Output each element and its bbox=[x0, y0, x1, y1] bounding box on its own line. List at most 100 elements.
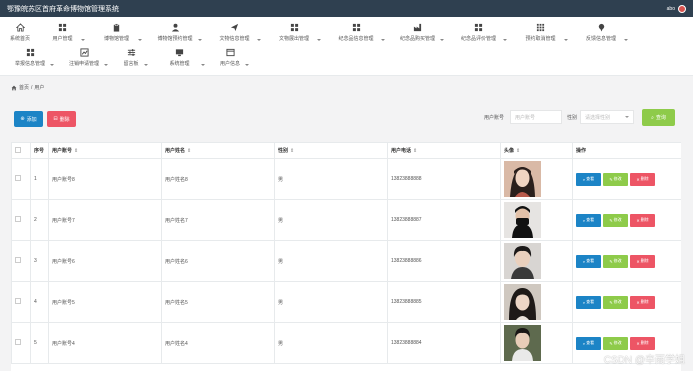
header-name-label: 用户姓名 bbox=[165, 148, 186, 154]
user-avatar[interactable] bbox=[678, 4, 686, 13]
row-delete-button[interactable]: ✕ 删除 bbox=[630, 254, 655, 268]
close-icon: ✕ bbox=[636, 299, 640, 305]
cell-account-text: 用户账号6 bbox=[52, 258, 75, 265]
cell-name: 用户姓名5 bbox=[161, 281, 275, 323]
header-phone[interactable]: 用户电话 ⇕ bbox=[387, 142, 501, 159]
nav-item[interactable]: 注销申请管理 bbox=[57, 44, 111, 69]
nav-item[interactable]: 预约取消管理 bbox=[510, 19, 571, 44]
nav-item[interactable]: 留言板 bbox=[111, 44, 151, 69]
home-icon bbox=[15, 23, 25, 32]
cell-gender: 男 bbox=[274, 240, 388, 282]
nav-item-label: 博物馆管理 bbox=[103, 36, 129, 42]
grid-icon bbox=[352, 23, 361, 32]
nav-item[interactable]: 系统管理 bbox=[151, 44, 208, 69]
edit-button[interactable]: ✎ 修改 bbox=[603, 172, 628, 186]
row-delete-button[interactable]: ✕ 删除 bbox=[630, 172, 655, 186]
cell-gender-text: 男 bbox=[278, 258, 284, 265]
row-select-cell bbox=[11, 199, 31, 241]
nav-item[interactable]: 博物馆预约管理 bbox=[145, 19, 205, 44]
nav-item-label: 系统管理 bbox=[169, 61, 190, 67]
account-search-input[interactable]: 用户账号 bbox=[510, 110, 562, 124]
view-button-label: 查看 bbox=[586, 217, 595, 222]
cell-name: 用户姓名8 bbox=[161, 158, 275, 200]
edit-button[interactable]: ✎ 修改 bbox=[603, 213, 628, 227]
select-all-checkbox[interactable] bbox=[15, 146, 21, 153]
row-delete-button[interactable]: ✕ 删除 bbox=[630, 213, 655, 227]
view-button[interactable]: ⌕ 查看 bbox=[576, 254, 601, 268]
row-checkbox[interactable] bbox=[15, 257, 21, 263]
search-icon: ⌕ bbox=[582, 299, 586, 305]
search-button[interactable]: ⌕ 查询 bbox=[642, 109, 675, 126]
sort-icon[interactable]: ⇕ bbox=[187, 148, 191, 154]
chevron-down-icon bbox=[625, 116, 629, 118]
sort-icon[interactable]: ⇕ bbox=[516, 148, 520, 154]
sort-icon[interactable]: ⇕ bbox=[290, 148, 294, 154]
trash-icon: ⊟ bbox=[53, 116, 58, 122]
gender-select-placeholder: 请选择性别 bbox=[585, 114, 611, 121]
breadcrumb-separator: / bbox=[31, 84, 33, 91]
user-table: 序号 用户账号 ⇕ 用户姓名 ⇕ 性别 ⇕ 用户电话 ⇕ 头像 ⇕ 操作 1 用户账号8 用户… bbox=[11, 142, 681, 364]
view-button[interactable]: ⌕ 查看 bbox=[576, 295, 601, 309]
header-account[interactable]: 用户账号 ⇕ bbox=[48, 142, 162, 159]
edit-button[interactable]: ✎ 修改 bbox=[603, 336, 628, 350]
row-checkbox[interactable] bbox=[15, 339, 21, 345]
nav-item[interactable]: 系统首页 bbox=[3, 19, 37, 44]
edit-button-label: 修改 bbox=[613, 299, 622, 304]
edit-button[interactable]: ✎ 修改 bbox=[603, 295, 628, 309]
header-gender-label: 性别 bbox=[278, 148, 289, 154]
row-checkbox[interactable] bbox=[15, 175, 21, 181]
row-actions: ⌕ 查看 ✎ 修改 ✕ 删除 bbox=[576, 336, 678, 350]
edit-icon: ✎ bbox=[609, 299, 613, 305]
nav-item-label: 注销申请管理 bbox=[68, 61, 99, 67]
cell-account-text: 用户账号8 bbox=[52, 176, 75, 183]
delete-button-label: 删除 bbox=[59, 116, 70, 123]
nav-item[interactable]: 用户管理 bbox=[37, 19, 88, 44]
nav-item[interactable]: 文物展出管理 bbox=[264, 19, 324, 44]
chart-icon bbox=[79, 48, 89, 57]
breadcrumb: 首页 / 用户 bbox=[11, 84, 44, 91]
table-body: 1 用户账号8 用户姓名8 男 13823888888 ⌕ 查看 ✎ 修改 ✕ 删除 2 用户账号7 用户… bbox=[11, 158, 681, 364]
view-button[interactable]: ⌕ 查看 bbox=[576, 213, 601, 227]
cell-account: 用户账号5 bbox=[48, 281, 162, 323]
header-gender[interactable]: 性别 ⇕ bbox=[274, 142, 388, 159]
add-button[interactable]: ⊕ 添加 bbox=[14, 111, 43, 127]
view-button[interactable]: ⌕ 查看 bbox=[576, 336, 601, 350]
sort-icon[interactable]: ⇕ bbox=[413, 148, 417, 154]
header-avatar[interactable]: 头像 ⇕ bbox=[500, 142, 573, 159]
cell-index: 4 bbox=[30, 281, 49, 323]
nav-item[interactable]: 博物馆管理 bbox=[88, 19, 145, 44]
nav-item[interactable]: 反馈信息管理 bbox=[571, 19, 631, 44]
gender-select[interactable]: 请选择性别 bbox=[580, 110, 634, 124]
nav-item[interactable]: 文物信息管理 bbox=[205, 19, 264, 44]
row-delete-button-label: 删除 bbox=[640, 258, 649, 263]
edit-icon: ✎ bbox=[609, 217, 613, 223]
cell-actions: ⌕ 查看 ✎ 修改 ✕ 删除 bbox=[572, 240, 681, 282]
row-delete-button[interactable]: ✕ 删除 bbox=[630, 295, 655, 309]
breadcrumb-home[interactable]: 首页 bbox=[19, 84, 29, 91]
delete-button[interactable]: ⊟ 删除 bbox=[47, 111, 76, 127]
chevron-down-icon bbox=[257, 39, 261, 41]
factory-icon bbox=[413, 23, 422, 32]
sort-icon[interactable]: ⇕ bbox=[74, 148, 78, 154]
nav-item[interactable]: 纪念品信息管理 bbox=[324, 19, 388, 44]
nav-item[interactable]: 纪念品评价管理 bbox=[447, 19, 510, 44]
edit-button-label: 修改 bbox=[613, 217, 622, 222]
select-all-cell bbox=[11, 142, 31, 159]
nav-item-label: 纪念品信息管理 bbox=[338, 36, 374, 42]
nav-item[interactable]: 举报信息管理 bbox=[3, 44, 57, 69]
row-delete-button-label: 删除 bbox=[640, 340, 649, 345]
close-icon: ✕ bbox=[636, 340, 640, 346]
row-checkbox[interactable] bbox=[15, 298, 21, 304]
cell-account-text: 用户账号5 bbox=[52, 299, 75, 306]
nav-item[interactable]: 纪念品购买管理 bbox=[388, 19, 447, 44]
user-menu[interactable]: abo bbox=[667, 4, 686, 13]
header-name[interactable]: 用户姓名 ⇕ bbox=[161, 142, 275, 159]
edit-button[interactable]: ✎ 修改 bbox=[603, 254, 628, 268]
row-delete-button[interactable]: ✕ 删除 bbox=[630, 336, 655, 350]
grid-icon bbox=[26, 48, 35, 57]
cell-account: 用户账号8 bbox=[48, 158, 162, 200]
edit-button-label: 修改 bbox=[613, 340, 622, 345]
view-button[interactable]: ⌕ 查看 bbox=[576, 172, 601, 186]
nav-item[interactable]: 用户信息 bbox=[208, 44, 252, 69]
row-checkbox[interactable] bbox=[15, 216, 21, 222]
